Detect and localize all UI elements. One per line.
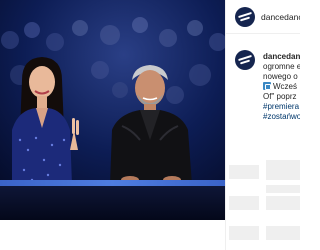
post-side-panel: dancedanc dancedan ogromne e nowego o Wc… xyxy=(225,0,300,250)
caption-avatar[interactable] xyxy=(235,50,255,70)
caption-line-1: ogromne e xyxy=(263,62,300,71)
post-caption: dancedan ogromne e nowego o Wcześ Of" po… xyxy=(263,52,300,122)
comment-placeholder xyxy=(229,165,259,179)
post-header: dancedanc xyxy=(226,0,300,34)
comment-placeholder xyxy=(229,196,259,210)
comment-placeholder xyxy=(266,160,300,180)
caption-line-2: nowego o xyxy=(263,72,298,81)
hashtag-zostanwo[interactable]: #zostańwo xyxy=(263,112,300,121)
caption-line-4: Of" poprz xyxy=(263,92,297,101)
comment-placeholder xyxy=(266,196,300,210)
judges-photo xyxy=(0,0,225,220)
judges-desk xyxy=(0,180,225,220)
account-avatar[interactable] xyxy=(235,7,255,27)
post-photo[interactable] xyxy=(0,0,225,250)
caption-line-3: Wcześ xyxy=(273,82,297,91)
comment-placeholder xyxy=(266,226,300,240)
calendar-icon xyxy=(263,82,271,90)
caption-username[interactable]: dancedan xyxy=(263,52,300,61)
photo-scene xyxy=(0,0,225,220)
hashtag-premiera[interactable]: #premiera xyxy=(263,102,299,111)
comment-placeholder xyxy=(229,226,259,240)
comment-placeholder xyxy=(266,185,300,193)
account-username[interactable]: dancedanc xyxy=(261,12,300,22)
